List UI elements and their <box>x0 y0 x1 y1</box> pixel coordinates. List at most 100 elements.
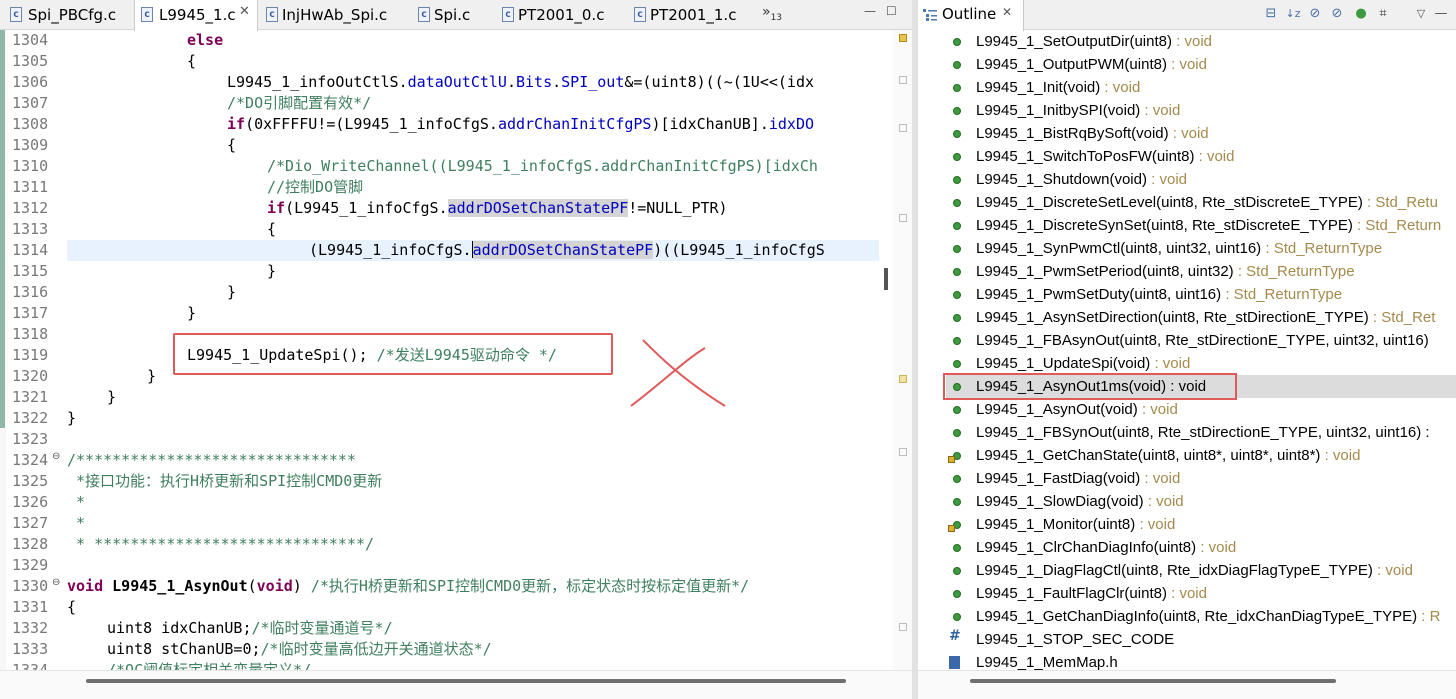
code-line-1334: /*OC阈值标定相关变量定义*/ <box>107 660 311 670</box>
outline-item-return-type: : void <box>1140 102 1181 119</box>
tab-outline[interactable]: Outline ✕ <box>918 0 1024 31</box>
hide-nonpublic-icon[interactable]: ● <box>1352 4 1370 24</box>
outline-item[interactable]: L9945_1_FBAsynOut(uint8, Rte_stDirection… <box>946 329 1456 352</box>
hide-static-icon[interactable]: ⊘ <box>1328 4 1346 24</box>
outline-item-name: L9945_1_SlowDiag(void) <box>976 493 1144 510</box>
window-controls: —☐ <box>864 4 907 18</box>
hide-fields-icon[interactable]: ⊘ <box>1306 4 1324 24</box>
occurrence-marker[interactable] <box>899 124 907 132</box>
overflow-chevron-icon: » <box>762 4 771 20</box>
scroll-thumb[interactable] <box>86 679 846 683</box>
static-lock-icon <box>948 456 955 463</box>
minimize-icon[interactable]: — <box>1432 4 1450 24</box>
occurrence-marker[interactable] <box>899 76 907 84</box>
outline-item[interactable]: L9945_1_Monitor(uint8) : void <box>946 513 1456 536</box>
outline-item[interactable]: # L9945_1_STOP_SEC_CODE <box>946 628 1456 651</box>
c-file-icon: c <box>10 7 22 22</box>
comment: //控制DO管脚 <box>267 178 364 196</box>
outline-item[interactable]: L9945_1_DiscreteSetLevel(uint8, Rte_stDi… <box>946 191 1456 214</box>
line-number: 1317 <box>12 304 49 322</box>
outline-item[interactable]: L9945_1_DiagFlagCtl(uint8, Rte_idxDiagFl… <box>946 559 1456 582</box>
c-file-icon: c <box>418 7 430 22</box>
fold-collapse-icon[interactable]: ⊖ <box>52 577 60 588</box>
function-icon <box>953 314 961 322</box>
minimize-icon[interactable]: — <box>864 4 886 18</box>
outline-item-return-type: : Std_Return <box>1352 217 1442 234</box>
comment: * <box>67 493 86 511</box>
outline-item[interactable]: L9945_1_PwmSetPeriod(uint8, uint32) : St… <box>946 260 1456 283</box>
outline-item[interactable]: L9945_1_SwitchToPosFW(uint8) : void <box>946 145 1456 168</box>
tab-pt2001-0[interactable]: c PT2001_0.c <box>498 0 624 30</box>
outline-item[interactable]: L9945_1_FastDiag(void) : void <box>946 467 1456 490</box>
outline-item[interactable]: L9945_1_GetChanState(uint8, uint8*, uint… <box>946 444 1456 467</box>
tab-label: PT2001_1.c <box>650 6 737 24</box>
outline-tree[interactable]: L9945_1_SetOutputDir(uint8) : void L9945_… <box>918 30 1456 670</box>
outline-item[interactable]: L9945_1_DiscreteSynSet(uint8, Rte_stDisc… <box>946 214 1456 237</box>
outline-horizontal-scrollbar[interactable] <box>918 670 1456 699</box>
tab-l9945-1[interactable]: c L9945_1.c ✕ <box>134 0 258 31</box>
outline-item-name: L9945_1_DiscreteSynSet(uint8, Rte_stDisc… <box>976 217 1353 234</box>
editor-vertical-scrollbar[interactable] <box>880 30 892 670</box>
occurrence-highlight: ddrDOSetChanStatePF <box>481 241 654 259</box>
scroll-thumb[interactable] <box>970 679 1336 683</box>
outline-vertical-scrollbar[interactable] <box>1448 30 1456 670</box>
fold-collapse-icon[interactable]: ⊖ <box>52 451 60 462</box>
outline-item[interactable]: L9945_1_FaultFlagClr(uint8) : void <box>946 582 1456 605</box>
tab-pt2001-1[interactable]: c PT2001_1.c <box>630 0 756 30</box>
outline-item-name: L9945_1_SetOutputDir(uint8) <box>976 33 1172 50</box>
occurrence-marker[interactable] <box>899 214 907 222</box>
outline-item[interactable]: L9945_1_PwmSetDuty(uint8, uint16) : Std_… <box>946 283 1456 306</box>
outline-item[interactable]: L9945_1_AsynOut(void) : void <box>946 398 1456 421</box>
task-marker[interactable] <box>899 375 907 383</box>
outline-item[interactable]: L9945_1_SynPwmCtl(uint8, uint32, uint16)… <box>946 237 1456 260</box>
outline-item[interactable]: L9945_1_InitbySPI(void) : void <box>946 99 1456 122</box>
outline-item[interactable]: L9945_1_BistRqBySoft(void) : void <box>946 122 1456 145</box>
outline-item[interactable]: L9945_1_Shutdown(void) : void <box>946 168 1456 191</box>
outline-item[interactable]: L9945_1_FBSynOut(uint8, Rte_stDirectionE… <box>946 421 1456 444</box>
keyword: if <box>267 199 286 217</box>
scroll-thumb[interactable] <box>884 268 888 290</box>
sort-icon[interactable]: ↓z <box>1284 4 1302 24</box>
maximize-icon[interactable]: ☐ <box>886 4 907 18</box>
outline-item-return-type: : void <box>1166 56 1207 73</box>
outline-item-return-type: : Std_ReturnType <box>1261 240 1383 257</box>
outline-item[interactable]: L9945_1_SetOutputDir(uint8) : void <box>946 30 1456 53</box>
overview-ruler[interactable] <box>893 30 912 670</box>
outline-item-return-type: : void <box>1171 33 1212 50</box>
tab-spi[interactable]: c Spi.c <box>414 0 496 30</box>
code-text: { <box>67 598 77 616</box>
code-text: . <box>552 73 562 91</box>
line-number: 1307 <box>12 94 49 112</box>
tab-injhwab-spi[interactable]: c InjHwAb_Spi.c <box>262 0 412 30</box>
line-number: 1315 <box>12 262 49 280</box>
code-text: } <box>147 367 157 385</box>
group-includes-icon[interactable]: ⌗ <box>1374 4 1392 24</box>
close-icon[interactable]: ✕ <box>239 4 250 19</box>
outline-item[interactable]: L9945_1_Init(void) : void <box>946 76 1456 99</box>
c-file-icon: c <box>634 7 646 22</box>
outline-item[interactable]: L9945_1_OutputPWM(uint8) : void <box>946 53 1456 76</box>
close-icon[interactable]: ✕ <box>1002 5 1012 19</box>
occurrence-marker[interactable] <box>899 623 907 631</box>
outline-item-name: L9945_1_SynPwmCtl(uint8, uint32, uint16) <box>976 240 1262 257</box>
warning-marker[interactable] <box>899 34 907 42</box>
collapse-all-icon[interactable]: ⊟ <box>1262 4 1280 24</box>
occurrence-marker[interactable] <box>899 448 907 456</box>
line-number: 1319 <box>12 346 49 364</box>
tab-overflow-button[interactable]: »13 <box>762 4 782 23</box>
comment: /*临时变量高低边开关通道状态*/ <box>260 640 492 658</box>
outline-item[interactable]: L9945_1_UpdateSpi(void) : void <box>946 352 1456 375</box>
outline-item[interactable]: L9945_1_GetChanDiagInfo(uint8, Rte_idxCh… <box>946 605 1456 628</box>
outline-item[interactable]: L9945_1_MemMap.h <box>946 651 1456 670</box>
tab-spi-pbcfg[interactable]: c Spi_PBCfg.c <box>4 0 134 30</box>
code-text: uint8 stChanUB=0; <box>107 640 261 658</box>
outline-item[interactable]: L9945_1_ClrChanDiagInfo(uint8) : void <box>946 536 1456 559</box>
outline-item[interactable]: L9945_1_AsynSetDirection(uint8, Rte_stDi… <box>946 306 1456 329</box>
outline-item[interactable]: L9945_1_SlowDiag(void) : void <box>946 490 1456 513</box>
code-line-1308: if(0xFFFFU!=(L9945_1_infoCfgS.addrChanIn… <box>227 114 814 135</box>
outline-item-return-type: : void <box>1168 125 1209 142</box>
outline-item-name: L9945_1_DiscreteSetLevel(uint8, Rte_stDi… <box>976 194 1363 211</box>
code-line-1328: * ******************************/ <box>67 534 374 555</box>
view-menu-icon[interactable]: ▽ <box>1412 4 1430 24</box>
editor-horizontal-scrollbar[interactable] <box>0 670 912 699</box>
